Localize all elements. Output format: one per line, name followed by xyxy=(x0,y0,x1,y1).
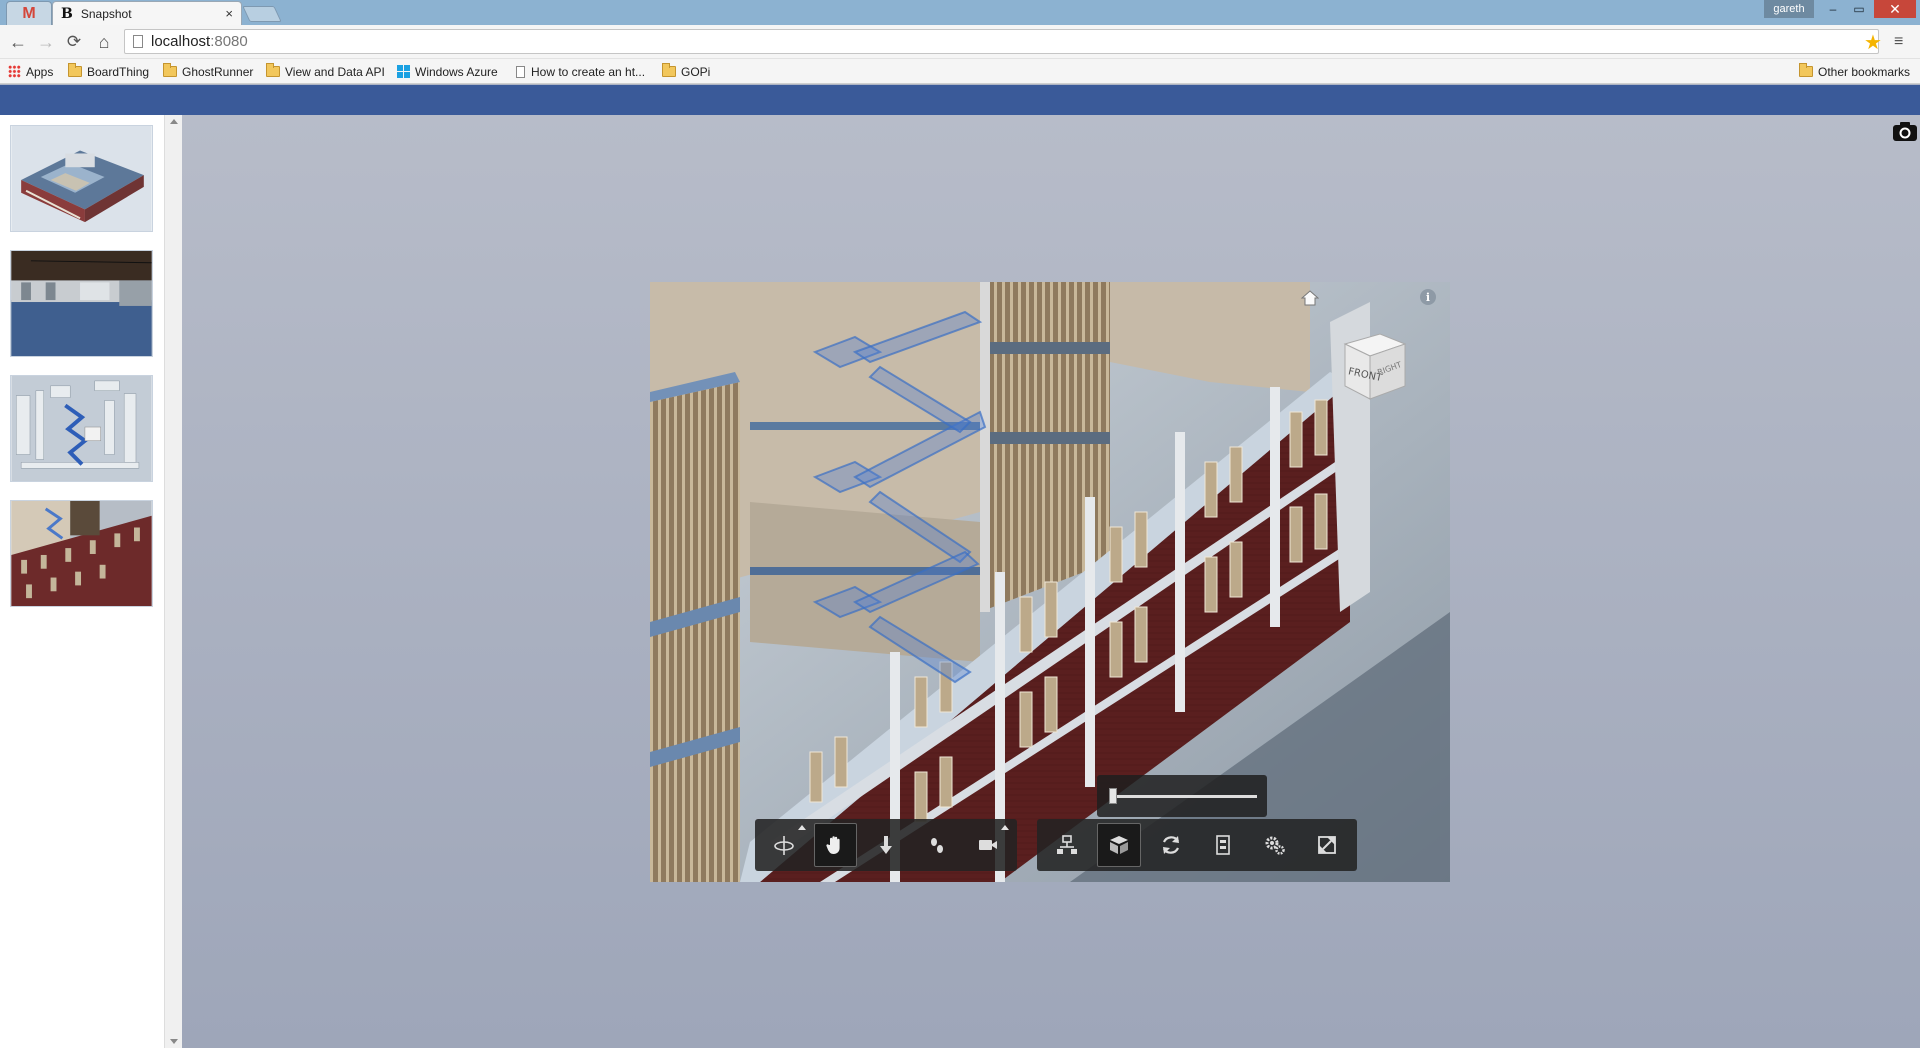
info-icon[interactable]: i xyxy=(1420,289,1436,305)
snapshot-thumbnail-1[interactable] xyxy=(10,125,153,232)
forward-icon[interactable]: → xyxy=(36,32,56,52)
interior-floor-image xyxy=(11,251,152,356)
bookmark-label: How to create an ht... xyxy=(531,64,646,79)
bookmark-label: View and Data API xyxy=(285,64,385,79)
page-icon xyxy=(133,35,143,48)
page-icon xyxy=(516,65,525,78)
refresh-icon xyxy=(1163,836,1180,854)
properties-button[interactable] xyxy=(1201,823,1245,867)
windows-logo-icon xyxy=(397,65,410,78)
navigation-toolbar xyxy=(755,819,1017,871)
profile-button[interactable]: gareth xyxy=(1764,0,1814,18)
gmail-icon: M xyxy=(22,4,36,22)
scroll-up-icon[interactable] xyxy=(170,119,178,124)
walk-icon xyxy=(930,838,943,853)
bookmarks-bar: Apps BoardThing GhostRunner View and Dat… xyxy=(0,59,1920,84)
reset-view-button[interactable] xyxy=(1149,823,1193,867)
folder-icon xyxy=(68,63,82,77)
bookmark-label: GhostRunner xyxy=(182,64,254,79)
scroll-down-icon[interactable] xyxy=(170,1039,178,1044)
folder-icon xyxy=(1799,63,1813,77)
reload-icon[interactable]: ⟳ xyxy=(64,32,84,52)
camera-icon xyxy=(1893,122,1917,141)
bookmark-ghostrunner[interactable]: GhostRunner xyxy=(163,63,253,80)
pan-tool-button[interactable] xyxy=(813,823,857,867)
flyout-indicator xyxy=(797,825,806,830)
explode-cube-icon xyxy=(1110,836,1129,854)
bookmark-star-icon[interactable]: ★ xyxy=(1864,30,1882,55)
folder-icon xyxy=(662,63,676,77)
back-icon[interactable]: ← xyxy=(8,32,28,52)
explode-tool-button[interactable] xyxy=(1096,823,1142,867)
first-person-tool-button[interactable] xyxy=(915,823,958,867)
url-port: :8080 xyxy=(210,33,248,50)
camera-tool-button[interactable] xyxy=(966,823,1009,867)
browser-toolbar: ← → ⟳ ⌂ localhost:8080 ★ ≡ xyxy=(0,25,1920,59)
viewer-home-icon[interactable] xyxy=(1301,289,1319,307)
fullscreen-button[interactable] xyxy=(1305,823,1349,867)
explode-slider-panel xyxy=(1097,775,1267,817)
home-icon[interactable]: ⌂ xyxy=(94,32,114,52)
properties-icon xyxy=(1216,835,1230,855)
facade-stairs-image xyxy=(11,501,152,606)
folder-icon xyxy=(266,63,280,77)
hand-icon xyxy=(826,836,840,854)
explode-slider-handle[interactable] xyxy=(1109,788,1117,804)
new-tab-button[interactable] xyxy=(242,6,282,22)
close-window-button[interactable]: ✕ xyxy=(1874,0,1916,18)
zoom-tool-button[interactable] xyxy=(865,823,908,867)
bookmark-label: BoardThing xyxy=(87,64,150,79)
bookmark-label: Apps xyxy=(26,64,54,79)
snapshot-thumbnail-3[interactable] xyxy=(10,375,153,482)
orbit-icon xyxy=(774,836,795,855)
fullscreen-icon xyxy=(1318,836,1336,854)
bookmark-label: Windows Azure xyxy=(415,64,498,79)
bookmark-label: GOPi xyxy=(681,64,711,79)
bookmark-boardthing[interactable]: BoardThing xyxy=(68,63,149,80)
bookmark-gopi[interactable]: GOPi xyxy=(662,63,710,80)
snapshot-thumbnail-2[interactable] xyxy=(10,250,153,357)
stair-structure-image xyxy=(11,376,152,481)
tab-snapshot[interactable]: B Snapshot × xyxy=(52,1,242,25)
camera-snapshot-button[interactable] xyxy=(1892,120,1918,142)
aerial-building-image xyxy=(11,126,152,231)
bookmark-windows-azure[interactable]: Windows Azure xyxy=(397,63,498,80)
minimize-button[interactable]: – xyxy=(1820,0,1846,18)
orbit-tool-button[interactable] xyxy=(763,823,806,867)
zoom-arrow-icon xyxy=(880,836,893,854)
bookmark-other[interactable]: Other bookmarks xyxy=(1799,63,1910,80)
model-structure-button[interactable] xyxy=(1045,823,1089,867)
structure-icon xyxy=(1056,835,1077,854)
viewcube[interactable]: FRONT RIGHT xyxy=(1335,324,1415,404)
bookmark-how-to-create[interactable]: How to create an ht... xyxy=(516,63,645,80)
bookmark-view-and-data-api[interactable]: View and Data API xyxy=(266,63,385,80)
building-3d-scene xyxy=(650,282,1450,882)
restore-button[interactable]: ▭ xyxy=(1846,0,1872,18)
snapshot-thumbnail-4[interactable] xyxy=(10,500,153,607)
app-header-bar xyxy=(0,85,1920,115)
tab-strip: M B Snapshot × gareth – ▭ ✕ xyxy=(0,0,1920,25)
folder-icon xyxy=(163,63,177,77)
address-bar[interactable]: localhost:8080 xyxy=(124,29,1879,54)
menu-icon[interactable]: ≡ xyxy=(1894,33,1903,51)
model-viewer[interactable]: i FRONT RIGHT xyxy=(650,282,1450,882)
explode-slider-track[interactable] xyxy=(1109,795,1257,798)
bookmark-apps[interactable]: Apps xyxy=(8,63,53,80)
sidebar-scrollbar[interactable] xyxy=(164,115,182,1048)
bookmark-label: Other bookmarks xyxy=(1818,64,1911,79)
tab-gmail[interactable]: M xyxy=(6,1,52,25)
url-host: localhost xyxy=(151,33,211,50)
apps-grid-icon xyxy=(8,65,21,78)
model-toolbar xyxy=(1037,819,1357,871)
tab-title: Snapshot xyxy=(80,6,132,21)
settings-button[interactable] xyxy=(1253,823,1297,867)
snapshot-favicon-icon: B xyxy=(61,5,73,22)
gears-icon xyxy=(1265,836,1285,855)
video-camera-icon xyxy=(978,840,997,850)
tab-close-icon[interactable]: × xyxy=(225,6,233,21)
flyout-indicator xyxy=(1000,825,1009,830)
